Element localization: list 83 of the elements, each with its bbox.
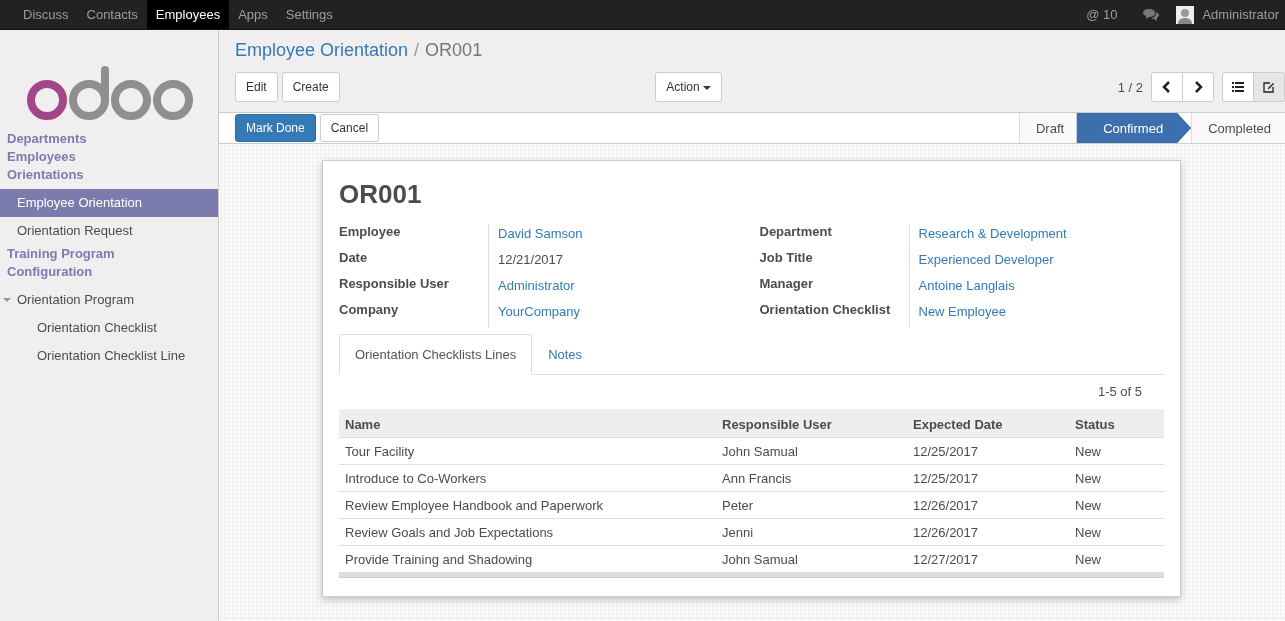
sidebar-subitem[interactable]: Orientation Checklist Line xyxy=(0,342,218,370)
menu-section-heading[interactable]: Training Program xyxy=(0,245,218,263)
edit-button[interactable]: Edit xyxy=(235,72,278,102)
list-icon xyxy=(1232,82,1244,92)
menu-section-heading[interactable]: Configuration xyxy=(0,263,218,281)
table-cell: New xyxy=(1069,437,1164,465)
field-label: Orientation Checklist xyxy=(759,302,910,328)
breadcrumb-link[interactable]: Employee Orientation xyxy=(235,40,409,61)
table-cell: Review Employee Handbook and Paperwork xyxy=(339,491,716,519)
menu-section-heading[interactable]: Departments xyxy=(0,130,218,148)
sidebar-subitem[interactable]: Orientation Checklist xyxy=(0,314,218,342)
notebook-tab[interactable]: Orientation Checklists Lines xyxy=(339,334,533,375)
mentions-counter[interactable]: @ 10 xyxy=(1077,0,1127,29)
field-value-link[interactable]: David Samson xyxy=(489,224,744,250)
field-value-link[interactable]: Antoine Langlais xyxy=(909,276,1164,302)
table-cell: Jenni xyxy=(716,518,907,546)
table-cell: John Samual xyxy=(716,545,907,573)
breadcrumb-current: OR001 xyxy=(425,40,483,61)
menu-section-heading[interactable]: Orientations xyxy=(0,166,218,184)
table-cell: 12/26/2017 xyxy=(907,491,1069,519)
table-cell: 12/26/2017 xyxy=(907,518,1069,546)
app-menu-item[interactable]: Settings xyxy=(276,0,342,29)
list-pager: 1-5 of 5 xyxy=(1097,384,1142,399)
field-value-link[interactable]: New Employee xyxy=(909,302,1164,328)
app-menu-item[interactable]: Apps xyxy=(229,0,277,29)
table-cell: John Samual xyxy=(716,437,907,465)
sidebar-item[interactable]: Orientation Request xyxy=(0,217,218,245)
field-label: Responsible User xyxy=(339,276,489,302)
app-menu-item[interactable]: Discuss xyxy=(14,0,78,29)
table-cell: New xyxy=(1069,518,1164,546)
table-cell: Ann Francis xyxy=(716,464,907,492)
field-label: Company xyxy=(339,302,489,328)
chat-bubbles-icon[interactable] xyxy=(1142,7,1161,22)
status-stage[interactable]: Completed xyxy=(1191,113,1285,143)
field-label: Department xyxy=(759,224,910,250)
column-header[interactable]: Responsible User xyxy=(716,409,907,438)
column-header[interactable]: Name xyxy=(339,409,716,438)
sidebar-item[interactable]: Orientation Program xyxy=(0,286,218,314)
next-button[interactable] xyxy=(1182,72,1214,102)
status-stage[interactable]: Confirmed xyxy=(1076,113,1192,143)
field-value-link[interactable]: Experienced Developer xyxy=(909,250,1164,276)
status-stage[interactable]: Draft xyxy=(1019,113,1079,143)
table-cell: Review Goals and Job Expectations xyxy=(339,518,716,546)
form-view-button[interactable] xyxy=(1253,72,1285,102)
chevron-right-icon xyxy=(1193,81,1203,93)
action-dropdown[interactable]: Action xyxy=(655,72,723,102)
list-view-button[interactable] xyxy=(1222,72,1254,102)
column-header[interactable]: Expected Date xyxy=(907,409,1069,438)
field-value-link[interactable]: YourCompany xyxy=(489,302,744,328)
field-label: Manager xyxy=(759,276,910,302)
form-action-button[interactable]: Mark Done xyxy=(235,114,316,142)
pager-text: 1 / 2 xyxy=(1117,79,1143,95)
breadcrumb-separator: / xyxy=(414,40,420,61)
record-title: OR001 xyxy=(339,179,423,210)
form-action-button[interactable]: Cancel xyxy=(319,114,380,142)
table-cell: 12/25/2017 xyxy=(907,437,1069,465)
sidebar-item[interactable]: Employee Orientation xyxy=(0,189,218,217)
table-cell: 12/27/2017 xyxy=(907,545,1069,573)
field-label: Date xyxy=(339,250,489,276)
field-value-link[interactable]: Research & Development xyxy=(909,224,1164,250)
app-menu-item[interactable]: Contacts xyxy=(77,0,147,29)
notebook-tab[interactable]: Notes xyxy=(532,334,599,375)
column-header[interactable]: Status xyxy=(1069,409,1164,438)
table-cell: Peter xyxy=(716,491,907,519)
chevron-left-icon xyxy=(1162,81,1172,93)
avatar-silhouette xyxy=(1176,5,1195,24)
table-cell: New xyxy=(1069,545,1164,573)
table-cell: Introduce to Co-Workers xyxy=(339,464,716,492)
table-cell: New xyxy=(1069,491,1164,519)
table-cell: Provide Training and Shadowing xyxy=(339,545,716,573)
field-label: Employee xyxy=(339,224,489,250)
user-menu[interactable]: Administrator xyxy=(1200,0,1285,29)
previous-button[interactable] xyxy=(1151,72,1183,102)
table-cell: 12/25/2017 xyxy=(907,464,1069,492)
table-cell: New xyxy=(1069,464,1164,492)
field-value-link[interactable]: Administrator xyxy=(489,276,744,302)
menu-section-heading[interactable]: Employees xyxy=(0,148,218,166)
app-menu-item[interactable]: Employees xyxy=(146,0,230,29)
field-label: Job Title xyxy=(759,250,910,276)
edit-icon xyxy=(1263,81,1275,93)
field-value: 12/21/2017 xyxy=(497,251,565,269)
create-button[interactable]: Create xyxy=(281,72,340,102)
table-cell: Tour Facility xyxy=(339,437,716,465)
